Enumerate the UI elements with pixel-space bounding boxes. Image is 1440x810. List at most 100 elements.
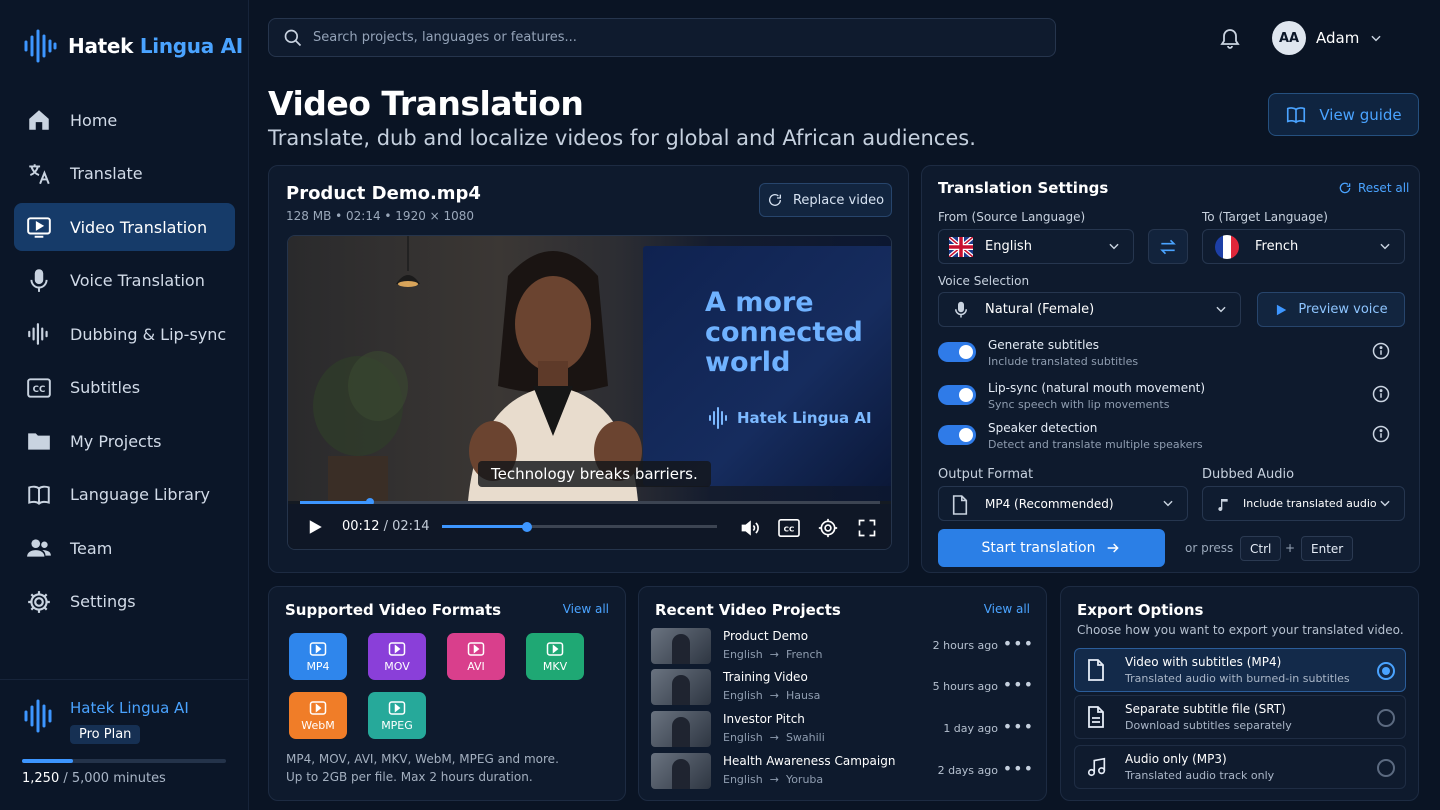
format-webm[interactable]: WebM [289, 692, 347, 739]
radio-selected[interactable] [1377, 662, 1395, 680]
gear-icon[interactable] [818, 518, 838, 538]
play-file-icon [546, 641, 564, 656]
key-plus: + [1285, 541, 1296, 555]
format-label: MP4 [306, 659, 330, 673]
export-option-mp4[interactable]: Video with subtitles (MP4) Translated au… [1074, 648, 1406, 692]
start-translation-button[interactable]: Start translation [938, 529, 1165, 567]
seek-bar[interactable] [442, 525, 717, 528]
info-icon[interactable] [1372, 342, 1390, 360]
project-languages: English → Swahili [723, 731, 825, 744]
sidebar: Hatek Lingua AI Home Translate Video Tra… [0, 0, 249, 810]
voice-select[interactable]: Natural (Female) [938, 292, 1241, 327]
format-mpeg[interactable]: MPEG [368, 692, 426, 739]
video-player[interactable]: A more connected world Hatek Lingua AI T… [287, 235, 892, 550]
radio-unselected[interactable] [1377, 759, 1395, 777]
more-options-icon[interactable]: ••• [1003, 759, 1034, 778]
translate-icon [29, 163, 50, 184]
swap-icon [1160, 239, 1176, 254]
format-mov[interactable]: MOV [368, 633, 426, 680]
list-item[interactable]: Product Demo English → French 2 hours ag… [651, 628, 1034, 666]
sidebar-item-video-translation[interactable]: Video Translation [14, 203, 235, 251]
seek-fill [442, 525, 526, 528]
more-options-icon[interactable]: ••• [1003, 717, 1034, 736]
formats-title: Supported Video Formats [285, 601, 502, 619]
chevron-down-icon [1380, 243, 1390, 250]
more-options-icon[interactable]: ••• [1003, 634, 1034, 653]
reset-all-button[interactable]: Reset all [1338, 181, 1409, 195]
formats-view-all-link[interactable]: View all [563, 602, 609, 616]
sidebar-item-my-projects[interactable]: My Projects [14, 417, 235, 465]
folder-icon [28, 433, 50, 450]
format-mkv[interactable]: MKV [526, 633, 584, 680]
option-subtitle: Translated audio with burned-in subtitle… [1125, 672, 1350, 685]
option-title: Separate subtitle file (SRT) [1125, 702, 1286, 716]
export-title: Export Options [1077, 601, 1204, 619]
play-icon[interactable] [306, 518, 324, 536]
voice-selection-label: Voice Selection [938, 274, 1030, 288]
replace-video-button[interactable]: Replace video [759, 183, 892, 217]
plan-badge: Pro Plan [70, 725, 141, 744]
sidebar-item-home[interactable]: Home [14, 96, 235, 144]
recent-projects-card: Recent Video Projects View all Product D… [638, 586, 1047, 801]
swap-languages-button[interactable] [1148, 229, 1188, 264]
view-guide-button[interactable]: View guide [1268, 93, 1419, 136]
cc-icon[interactable]: CC [778, 518, 800, 538]
file-text-icon [1088, 706, 1104, 728]
video-icon [27, 217, 51, 238]
toggle-title: Generate subtitles [988, 338, 1100, 352]
sidebar-item-language-library[interactable]: Language Library [14, 471, 235, 519]
radio-unselected[interactable] [1377, 709, 1395, 727]
sidebar-item-label: Voice Translation [70, 271, 205, 290]
play-icon [1277, 304, 1287, 315]
sidebar-item-translate[interactable]: Translate [14, 150, 235, 198]
source-language-select[interactable]: English [938, 229, 1134, 264]
user-menu[interactable]: AA Adam [1272, 21, 1383, 55]
app-logo[interactable]: Hatek Lingua AI [22, 28, 243, 64]
sidebar-item-voice-translation[interactable]: Voice Translation [14, 257, 235, 305]
list-item[interactable]: Health Awareness Campaign English → Yoru… [651, 753, 1034, 791]
formats-note: MP4, MOV, AVI, MKV, WebM, MPEG and more.… [286, 752, 559, 784]
sidebar-item-dubbing[interactable]: Dubbing & Lip-sync [14, 310, 235, 358]
option-subtitle: Translated audio track only [1125, 769, 1275, 782]
sidebar-item-settings[interactable]: Settings [14, 578, 235, 626]
info-icon[interactable] [1372, 425, 1390, 443]
speaker-detection-toggle[interactable] [938, 425, 976, 445]
seek-handle[interactable] [522, 522, 532, 532]
export-option-mp3[interactable]: Audio only (MP3) Translated audio track … [1074, 745, 1406, 789]
refresh-icon [1339, 182, 1351, 194]
sidebar-item-label: Home [70, 110, 118, 130]
video-frame: A more connected world Hatek Lingua AI T… [288, 236, 891, 501]
target-language-select[interactable]: French [1202, 229, 1405, 264]
format-avi[interactable]: AVI [447, 633, 505, 680]
more-options-icon[interactable]: ••• [1003, 675, 1034, 694]
info-icon[interactable] [1372, 385, 1390, 403]
list-item[interactable]: Investor Pitch English → Swahili 1 day a… [651, 711, 1034, 749]
reset-all-label: Reset all [1358, 181, 1410, 195]
recent-view-all-link[interactable]: View all [984, 602, 1030, 616]
page-title: Video Translation [268, 84, 584, 123]
sidebar-item-team[interactable]: Team [14, 524, 235, 572]
preview-voice-button[interactable]: Preview voice [1257, 292, 1405, 327]
output-format-select[interactable]: MP4 (Recommended) [938, 486, 1188, 521]
sidebar-item-subtitles[interactable]: CC Subtitles [14, 364, 235, 412]
key-ctrl: Ctrl [1240, 536, 1282, 561]
notification-button[interactable] [1218, 26, 1242, 54]
translation-settings-card: Translation Settings Reset all From (Sou… [921, 165, 1420, 573]
project-thumbnail [651, 669, 711, 705]
play-file-icon [388, 700, 406, 715]
volume-icon[interactable] [740, 518, 760, 538]
option-subtitle: Download subtitles separately [1125, 719, 1292, 732]
search-input[interactable]: Search projects, languages or features..… [268, 18, 1056, 57]
plant-icon [313, 351, 408, 501]
project-name: Health Awareness Campaign [723, 754, 896, 768]
format-mp4[interactable]: MP4 [289, 633, 347, 680]
dubbed-audio-select[interactable]: Include translated audio [1202, 486, 1405, 521]
fullscreen-icon[interactable] [857, 518, 877, 538]
shortcut-hint: or press [1185, 541, 1234, 555]
generate-subtitles-toggle[interactable] [938, 342, 976, 362]
export-option-srt[interactable]: Separate subtitle file (SRT) Download su… [1074, 695, 1406, 739]
list-item[interactable]: Training Video English → Hausa 5 hours a… [651, 669, 1034, 707]
chevron-down-icon [1216, 306, 1226, 313]
lip-sync-toggle[interactable] [938, 385, 976, 405]
option-title: Video with subtitles (MP4) [1125, 655, 1282, 669]
